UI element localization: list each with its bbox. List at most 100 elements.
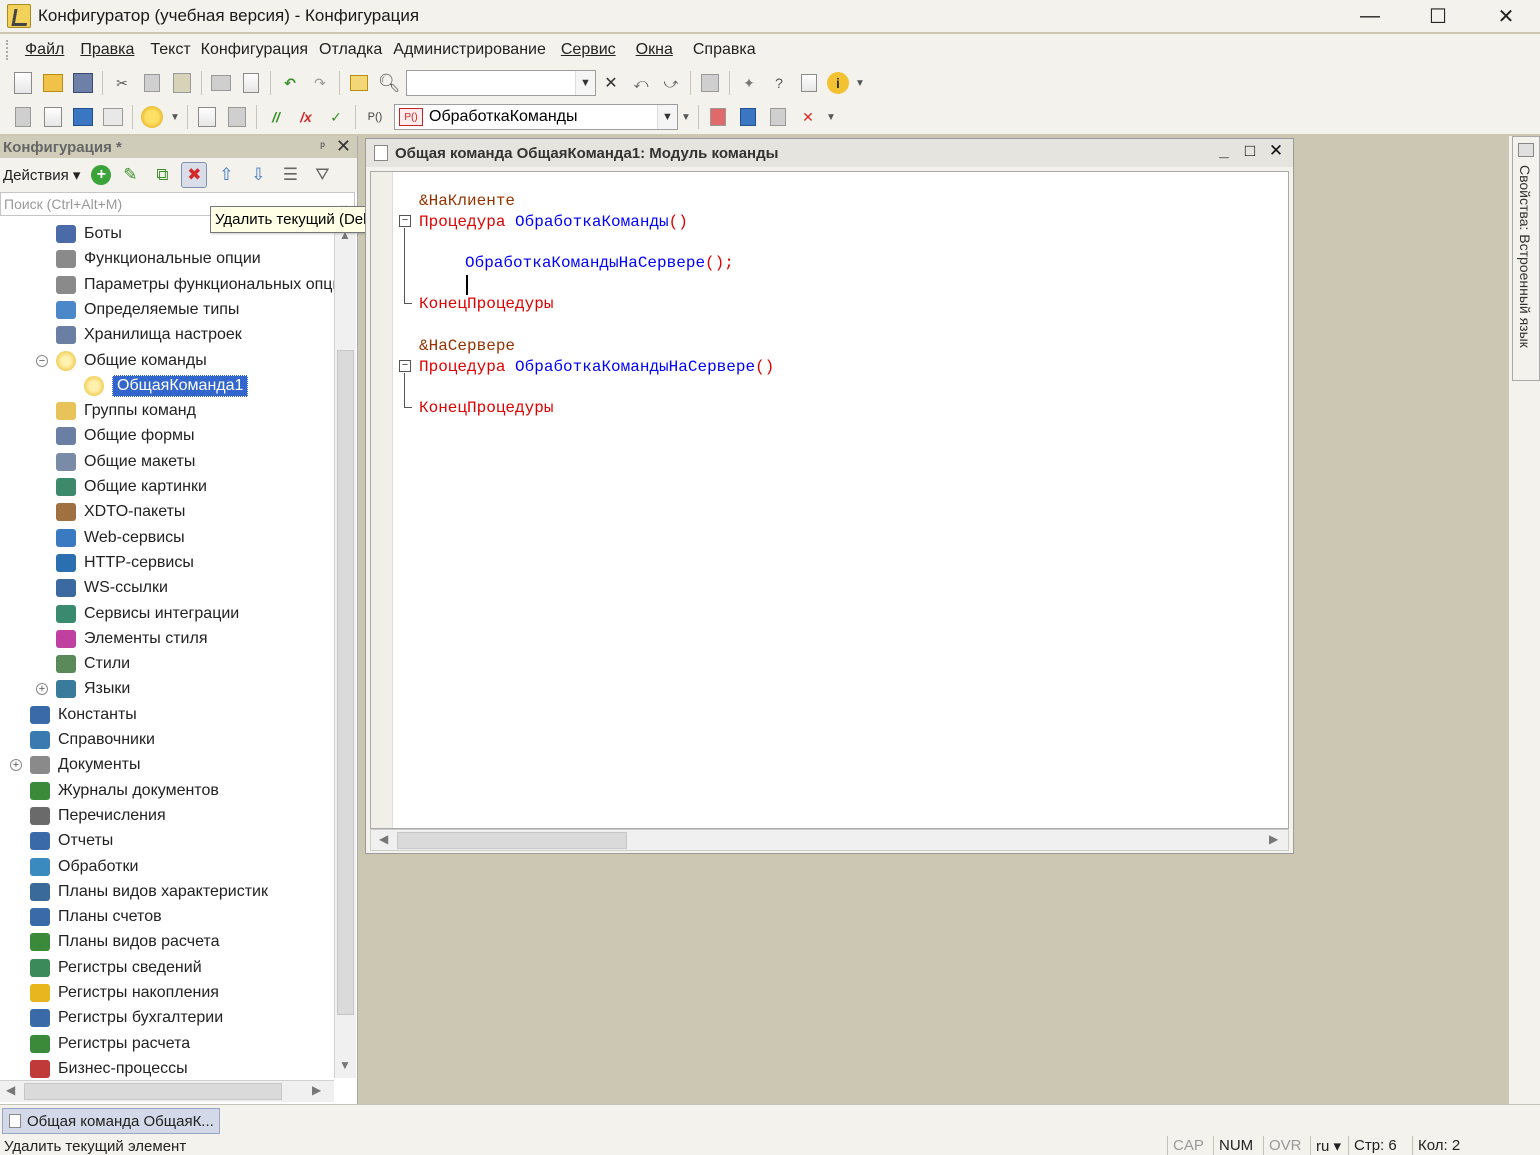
scroll-thumb[interactable]	[24, 1083, 282, 1100]
windows-icon[interactable]	[698, 71, 722, 95]
menu-debug[interactable]: Отладка	[316, 41, 390, 59]
menu-text[interactable]: Текст	[142, 41, 198, 59]
tree-item[interactable]: Отчеты	[30, 829, 113, 853]
procedure-dropdown-icon[interactable]: ▼	[681, 105, 691, 129]
config-compare-icon[interactable]	[71, 105, 95, 129]
actions-menu-button[interactable]: Действия ▾	[3, 166, 80, 184]
redo-icon[interactable]: ↷	[308, 71, 332, 95]
start-debug-dropdown-icon[interactable]: ▼	[170, 105, 180, 129]
expand-icon[interactable]: +	[36, 683, 48, 696]
syntax-helper-icon[interactable]: ?	[767, 71, 791, 95]
module-icon[interactable]	[195, 105, 219, 129]
print-icon[interactable]	[209, 71, 233, 95]
move-up-icon[interactable]: ⇧	[213, 162, 239, 188]
tree-item[interactable]: Журналы документов	[30, 779, 219, 803]
maximize-button[interactable]: ☐	[1404, 0, 1472, 32]
tree-item[interactable]: Бизнес-процессы	[30, 1057, 188, 1078]
scroll-thumb[interactable]	[397, 832, 627, 849]
add-copy-icon[interactable]: ⧉	[149, 162, 175, 188]
tree-item[interactable]: Общие команды	[56, 349, 207, 373]
find-in-files-icon[interactable]	[347, 71, 371, 95]
tree-item[interactable]: Справочники	[30, 728, 155, 752]
tree-horizontal-scrollbar[interactable]: ◀ ▶	[0, 1080, 334, 1102]
properties-side-tab[interactable]: Свойства: Встроенный язык	[1512, 136, 1540, 381]
info-dropdown-icon[interactable]: ▼	[855, 71, 865, 95]
tree-item[interactable]: Общие формы	[56, 424, 195, 448]
tree-item[interactable]: Функциональные опции	[56, 247, 261, 271]
configuration-tree[interactable]: Боты Функциональные опции Параметры функци…	[0, 222, 334, 1078]
tree-item[interactable]: Регистры бухгалтерии	[30, 1006, 223, 1030]
add-icon[interactable]: +	[91, 165, 112, 185]
tree-item[interactable]: HTTP-сервисы	[56, 551, 194, 575]
menu-service[interactable]: Сервис	[554, 41, 624, 59]
tree-item[interactable]: Общие картинки	[56, 475, 207, 499]
tree-vertical-scrollbar[interactable]: ▲ ▼	[334, 222, 356, 1078]
delete-icon[interactable]: ✖	[181, 162, 208, 188]
procedures-list-icon[interactable]: P()	[363, 105, 387, 129]
search-combo[interactable]: ▼	[406, 70, 596, 96]
chevron-down-icon[interactable]: ▼	[575, 71, 595, 95]
search-input[interactable]: Поиск (Ctrl+Alt+M)	[4, 196, 122, 212]
find-icon[interactable]: 🔍︎	[377, 71, 401, 95]
tree-item[interactable]: ОбщаяКоманда1	[84, 374, 249, 398]
wizard-icon[interactable]: ✦	[737, 71, 761, 95]
new-file-icon[interactable]	[11, 71, 35, 95]
tree-item[interactable]: WS-ссылки	[56, 576, 168, 600]
breakpoint-list-icon[interactable]	[736, 105, 760, 129]
tree-item[interactable]: Группы команд	[56, 399, 196, 423]
tree-item[interactable]: Документы	[30, 753, 140, 777]
menu-edit[interactable]: Правка	[72, 41, 142, 59]
menu-configuration[interactable]: Конфигурация	[199, 41, 316, 59]
tree-item[interactable]: Перечисления	[30, 804, 166, 828]
move-down-icon[interactable]: ⇩	[245, 162, 271, 188]
menu-file[interactable]: Файл	[17, 41, 72, 59]
scroll-right-icon[interactable]: ▶	[312, 1083, 321, 1097]
sort-icon[interactable]: ☰	[277, 162, 303, 188]
tree-item[interactable]: Планы видов расчета	[30, 930, 220, 954]
tree-item[interactable]: XDTO-пакеты	[56, 500, 185, 524]
scroll-left-icon[interactable]: ◀	[6, 1083, 15, 1097]
fold-toggle-icon[interactable]: −	[399, 215, 411, 227]
cut-icon[interactable]: ✂	[110, 71, 134, 95]
open-file-icon[interactable]	[41, 71, 65, 95]
editor-maximize-button[interactable]: □	[1237, 141, 1263, 161]
open-config-icon[interactable]	[11, 105, 35, 129]
uncomment-icon[interactable]: /x	[294, 105, 318, 129]
reference-icon[interactable]	[797, 71, 821, 95]
breakpoint-icon[interactable]	[706, 105, 730, 129]
procedure-combo[interactable]: P() ОбработкаКоманды ▼	[394, 104, 678, 130]
tree-item[interactable]: Обработки	[30, 855, 138, 879]
chevron-down-icon[interactable]: ▼	[657, 105, 677, 129]
filter-icon[interactable]: ⛛	[309, 162, 335, 188]
editor-window-tab[interactable]: Общая команда ОбщаяК...	[2, 1108, 220, 1134]
scroll-thumb[interactable]	[337, 350, 354, 1015]
paste-icon[interactable]	[170, 71, 194, 95]
close-panel-icon[interactable]: ✕	[336, 136, 351, 157]
tree-item[interactable]: Определяемые типы	[56, 298, 239, 322]
minimize-button[interactable]: —	[1336, 0, 1404, 32]
language-selector[interactable]: ru ▾	[1310, 1136, 1346, 1155]
pin-icon[interactable]: ᵖ	[320, 139, 325, 153]
start-debug-icon[interactable]	[140, 105, 164, 129]
fold-toggle-icon[interactable]: −	[399, 360, 411, 372]
disabled-breakpoint-icon[interactable]	[766, 105, 790, 129]
find-previous-icon[interactable]: ⤻	[659, 71, 683, 95]
config-window-icon[interactable]	[101, 105, 125, 129]
tree-item[interactable]: Языки	[56, 677, 130, 701]
tree-item[interactable]: Сервисы интеграции	[56, 602, 239, 626]
tree-item[interactable]: Константы	[30, 703, 137, 727]
expand-icon[interactable]: +	[10, 759, 22, 772]
tree-item[interactable]: Планы видов характеристик	[30, 880, 268, 904]
clear-search-icon[interactable]: ✕	[599, 71, 623, 95]
collapse-icon[interactable]: −	[36, 354, 48, 367]
editor-close-button[interactable]: ✕	[1263, 141, 1289, 161]
tree-item[interactable]: Параметры функциональных опций	[56, 273, 334, 297]
save-icon[interactable]	[71, 71, 95, 95]
scroll-left-icon[interactable]: ◀	[379, 832, 388, 846]
tree-item[interactable]: Хранилища настроек	[56, 323, 242, 347]
code-editor[interactable]: &НаКлиенте − Процедура ОбработкаКоманды(…	[370, 171, 1289, 829]
close-button[interactable]: ✕	[1472, 0, 1540, 32]
tree-item[interactable]: Регистры расчета	[30, 1032, 190, 1056]
module-paste-icon[interactable]	[225, 105, 249, 129]
editor-horizontal-scrollbar[interactable]: ◀ ▶	[370, 829, 1289, 851]
